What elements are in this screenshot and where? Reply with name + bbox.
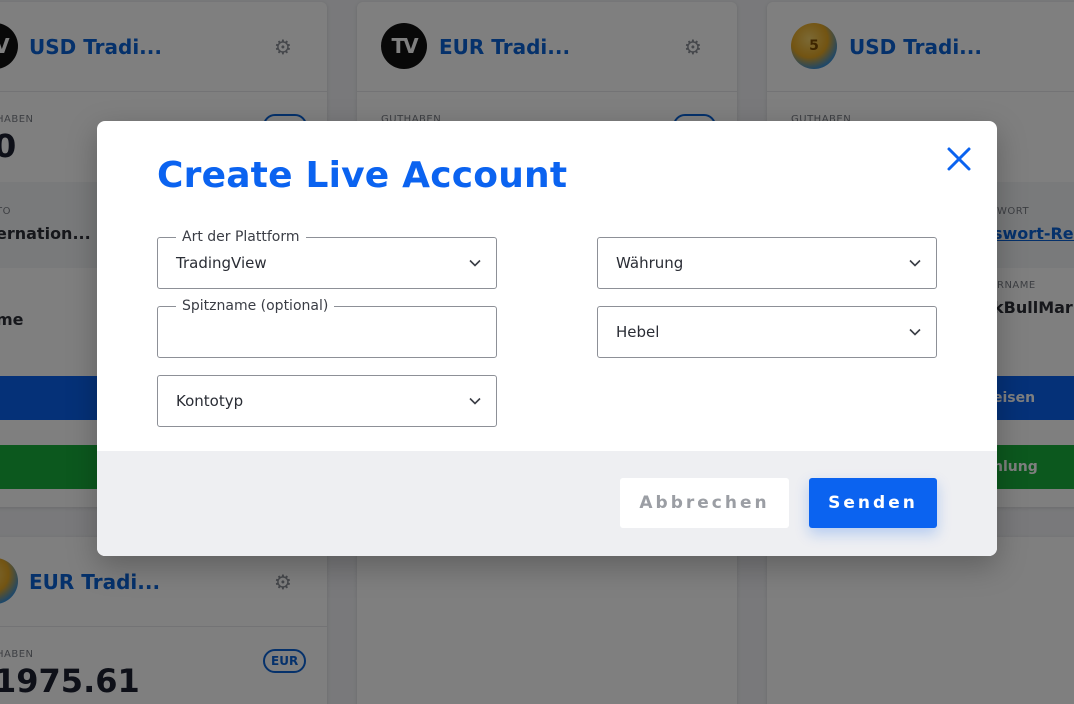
modal-title: Create Live Account — [157, 155, 568, 196]
submit-button[interactable]: Senden — [809, 478, 937, 528]
currency-value: Währung — [616, 254, 684, 272]
currency-select[interactable]: Währung — [597, 237, 937, 289]
account-type-select[interactable]: Kontotyp — [157, 375, 497, 427]
leverage-value: Hebel — [616, 323, 660, 341]
close-icon-graphic — [947, 147, 971, 171]
cancel-button[interactable]: Abbrechen — [620, 478, 789, 528]
chevron-down-icon — [909, 328, 921, 336]
platform-value: TradingView — [176, 254, 267, 272]
account-type-value: Kontotyp — [176, 392, 244, 410]
chevron-down-icon — [909, 259, 921, 267]
create-account-modal: Create Live Account Art der Plattform Tr… — [97, 121, 997, 556]
chevron-down-icon — [469, 397, 481, 405]
nickname-input[interactable] — [159, 308, 495, 356]
close-icon[interactable] — [945, 145, 973, 173]
modal-footer: Abbrechen Senden — [97, 451, 997, 556]
platform-select[interactable]: Art der Plattform TradingView — [157, 228, 497, 289]
chevron-down-icon — [469, 259, 481, 267]
nickname-field: Spitzname (optional) — [157, 297, 497, 358]
platform-label: Art der Plattform — [176, 228, 306, 246]
leverage-select[interactable]: Hebel — [597, 306, 937, 358]
dashboard: TV USD Tradi... ⚙ HABEN 0 USD TO ernatio… — [0, 0, 1074, 704]
